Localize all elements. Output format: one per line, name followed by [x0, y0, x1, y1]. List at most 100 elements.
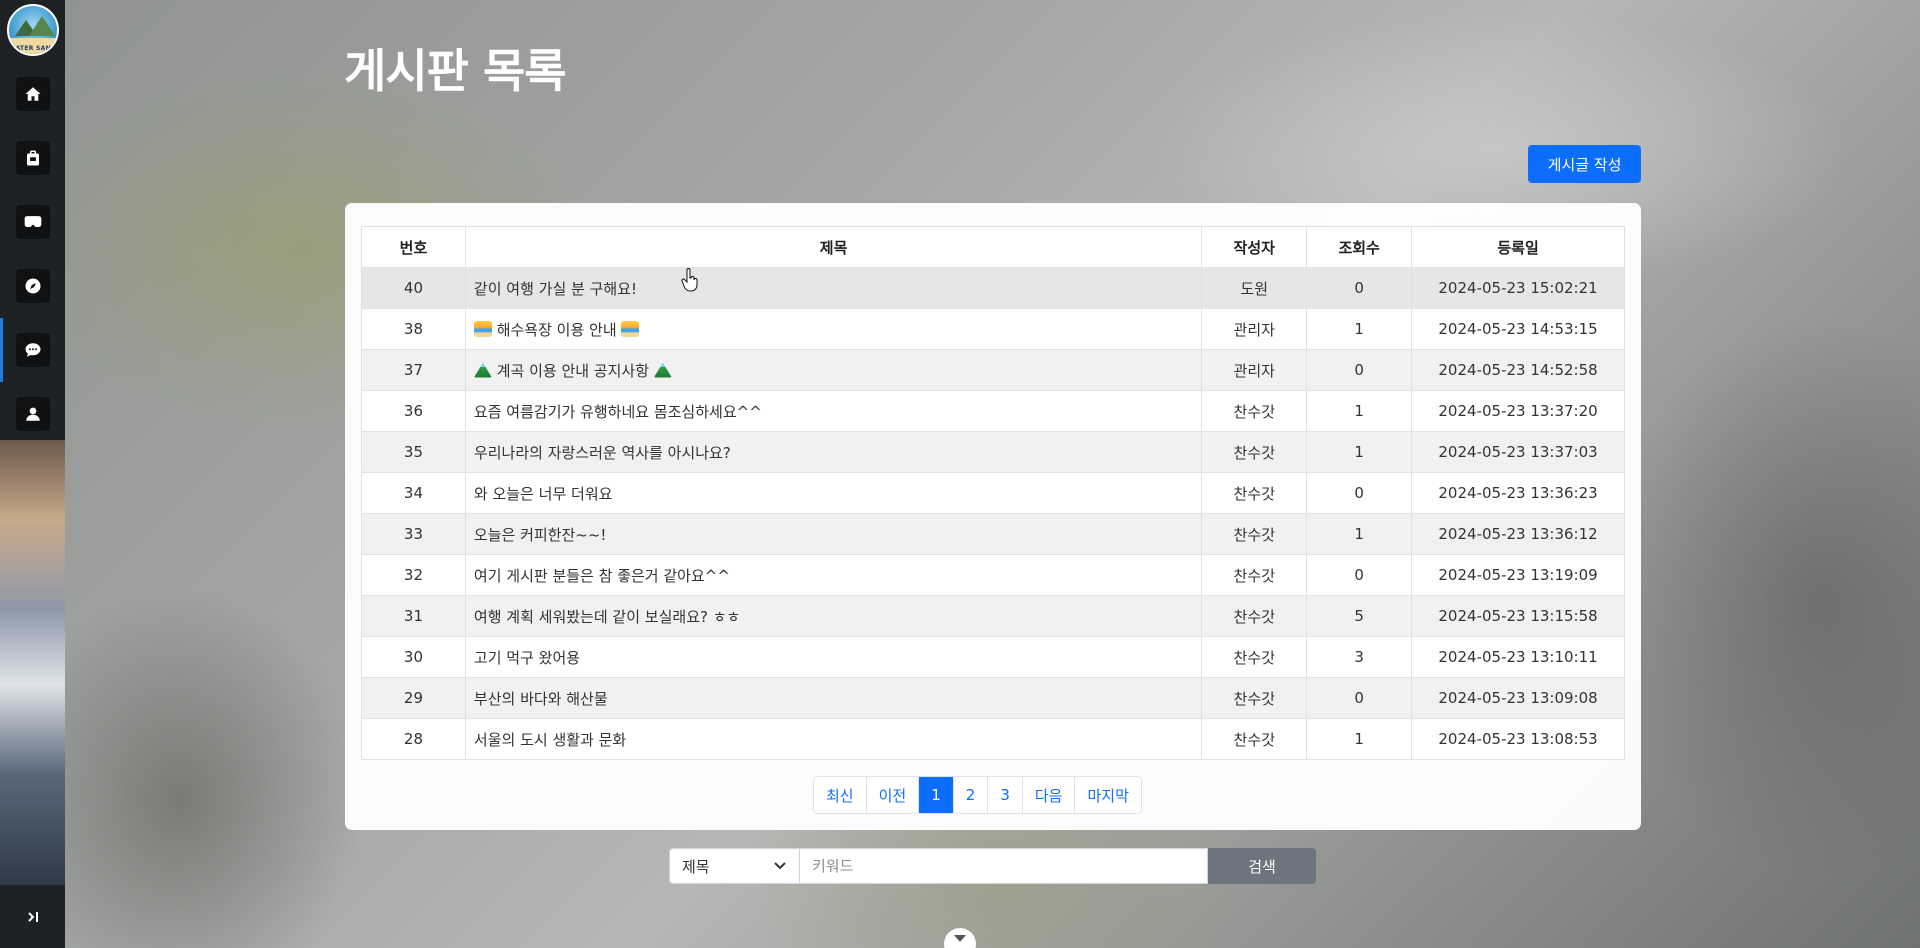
post-title-cell[interactable]: 고기 먹구 왔어용 — [464, 636, 1203, 678]
page-last-link[interactable]: 마지막 — [1075, 777, 1141, 813]
post-number: 34 — [361, 472, 466, 514]
table-row[interactable]: 32 여기 게시판 분들은 참 좋은거 같아요^^ 찬수갓 0 2024-05-23 1… — [361, 554, 1625, 596]
post-author: 찬수갓 — [1201, 554, 1308, 596]
post-date: 2024-05-23 13:37:03 — [1411, 431, 1625, 473]
table-row[interactable]: 28 서울의 도시 생활과 문화 찬수갓 1 2024-05-23 13:08:53 — [361, 718, 1625, 760]
mountain-emoji-icon — [653, 362, 672, 378]
post-title-link[interactable]: 계곡 이용 안내 공지사항 — [497, 362, 649, 380]
post-views: 0 — [1306, 677, 1413, 719]
post-date: 2024-05-23 13:36:12 — [1411, 513, 1625, 555]
search-button[interactable]: 검색 — [1208, 848, 1316, 884]
post-title-cell[interactable]: 해수욕장 이용 안내 — [464, 308, 1203, 350]
page-number-link[interactable]: 3 — [988, 777, 1023, 813]
logo-text: WATER SAND — [8, 45, 57, 52]
table-row[interactable]: 38 해수욕장 이용 안내 관리자 1 2024-05-23 14:53:15 — [361, 308, 1625, 350]
board-table-body: 40 같이 여행 가실 분 구해요! 도원 0 2024-05-23 15:02:21 3… — [361, 267, 1625, 760]
post-date: 2024-05-23 13:10:11 — [1411, 636, 1625, 678]
post-title-cell[interactable]: 우리나라의 자랑스러운 역사를 아시나요? — [464, 431, 1203, 473]
logo[interactable]: WATER SAND — [6, 4, 59, 56]
sidebar-toggle-button[interactable] — [0, 886, 65, 948]
post-title-link[interactable]: 서울의 도시 생활과 문화 — [474, 731, 626, 749]
post-views: 1 — [1306, 431, 1413, 473]
post-date: 2024-05-23 13:08:53 — [1411, 718, 1625, 760]
column-header-date: 등록일 — [1411, 226, 1625, 268]
post-title-cell[interactable]: 서울의 도시 생활과 문화 — [464, 718, 1203, 760]
post-title-cell[interactable]: 여행 계획 세워봤는데 같이 보실래요? ㅎㅎ — [464, 595, 1203, 637]
search-input[interactable] — [800, 848, 1208, 884]
pagination: 최신 이전 1 2 3 다음 마지막 — [813, 776, 1142, 814]
post-number: 31 — [361, 595, 466, 637]
post-author: 찬수갓 — [1201, 677, 1308, 719]
post-number: 32 — [361, 554, 466, 596]
post-title-cell[interactable]: 계곡 이용 안내 공지사항 — [464, 349, 1203, 391]
post-title-link[interactable]: 와 오늘은 너무 더워요 — [474, 485, 613, 503]
post-title-cell[interactable]: 오늘은 커피한잔~~! — [464, 513, 1203, 555]
sidebar-item-vr[interactable] — [0, 190, 65, 254]
table-row[interactable]: 40 같이 여행 가실 분 구해요! 도원 0 2024-05-23 15:02:21 — [361, 267, 1625, 309]
chevron-down-icon — [954, 935, 966, 942]
post-title-cell[interactable]: 부산의 바다와 해산물 — [464, 677, 1203, 719]
table-row[interactable]: 30 고기 먹구 왔어용 찬수갓 3 2024-05-23 13:10:11 — [361, 636, 1625, 678]
sidebar-item-home[interactable] — [0, 62, 65, 126]
post-author: 관리자 — [1201, 308, 1308, 350]
table-row[interactable]: 37 계곡 이용 안내 공지사항 관리자 0 2024-05-23 14:52:58 — [361, 349, 1625, 391]
table-row[interactable]: 34 와 오늘은 너무 더워요 찬수갓 0 2024-05-23 13:36:23 — [361, 472, 1625, 514]
bag-icon — [26, 150, 39, 166]
post-date: 2024-05-23 14:53:15 — [1411, 308, 1625, 350]
post-number: 30 — [361, 636, 466, 678]
post-title-cell[interactable]: 와 오늘은 너무 더워요 — [464, 472, 1203, 514]
sidebar-item-profile[interactable] — [0, 382, 65, 446]
post-date: 2024-05-23 13:09:08 — [1411, 677, 1625, 719]
post-author: 찬수갓 — [1201, 636, 1308, 678]
post-number: 33 — [361, 513, 466, 555]
home-icon — [25, 87, 40, 101]
post-author: 찬수갓 — [1201, 431, 1308, 473]
post-title-link[interactable]: 같이 여행 가실 분 구해요! — [474, 280, 637, 298]
table-row[interactable]: 36 요즘 여름감기가 유행하네요 몸조심하세요^^ 찬수갓 1 2024-05-23 … — [361, 390, 1625, 432]
chevron-down-icon — [774, 862, 786, 870]
post-title-cell[interactable]: 요즘 여름감기가 유행하네요 몸조심하세요^^ — [464, 390, 1203, 432]
post-author: 관리자 — [1201, 349, 1308, 391]
post-views: 5 — [1306, 595, 1413, 637]
post-number: 38 — [361, 308, 466, 350]
page-first-link[interactable]: 최신 — [814, 777, 867, 813]
post-views: 1 — [1306, 718, 1413, 760]
page-prev-link[interactable]: 이전 — [866, 777, 920, 813]
post-title-link[interactable]: 여행 계획 세워봤는데 같이 보실래요? ㅎㅎ — [474, 608, 740, 626]
sidebar-item-explore[interactable] — [0, 254, 65, 318]
table-row[interactable]: 33 오늘은 커피한잔~~! 찬수갓 1 2024-05-23 13:36:12 — [361, 513, 1625, 555]
post-title-cell[interactable]: 같이 여행 가실 분 구해요! — [464, 267, 1203, 309]
post-date: 2024-05-23 15:02:21 — [1411, 267, 1625, 309]
post-number: 37 — [361, 349, 466, 391]
post-title-link[interactable]: 여기 게시판 분들은 참 좋은거 같아요^^ — [474, 567, 730, 585]
table-row[interactable]: 35 우리나라의 자랑스러운 역사를 아시나요? 찬수갓 1 2024-05-23 13… — [361, 431, 1625, 473]
post-author: 찬수갓 — [1201, 513, 1308, 555]
table-row[interactable]: 31 여행 계획 세워봤는데 같이 보실래요? ㅎㅎ 찬수갓 5 2024-05-23 … — [361, 595, 1625, 637]
post-views: 1 — [1306, 308, 1413, 350]
post-title-cell[interactable]: 여기 게시판 분들은 참 좋은거 같아요^^ — [464, 554, 1203, 596]
page-number-link[interactable]: 1 — [919, 777, 954, 813]
post-title-link[interactable]: 우리나라의 자랑스러운 역사를 아시나요? — [474, 444, 731, 462]
post-title-link[interactable]: 오늘은 커피한잔~~! — [474, 526, 607, 544]
post-views: 0 — [1306, 554, 1413, 596]
beach-emoji-icon — [621, 320, 640, 337]
beach-emoji-icon — [473, 320, 492, 337]
sidebar-item-board[interactable] — [0, 318, 65, 382]
post-title-link[interactable]: 고기 먹구 왔어용 — [474, 649, 580, 667]
search-field-selected: 제목 — [682, 857, 710, 876]
post-title-link[interactable]: 요즘 여름감기가 유행하네요 몸조심하세요^^ — [474, 403, 762, 421]
sidebar-background-photo — [0, 440, 65, 885]
post-title-link[interactable]: 부산의 바다와 해산물 — [474, 690, 608, 708]
post-title-link[interactable]: 해수욕장 이용 안내 — [497, 321, 617, 339]
search-field-select[interactable]: 제목 — [669, 848, 800, 884]
page-number-link[interactable]: 2 — [953, 777, 989, 813]
sidebar-item-accommodation[interactable] — [0, 126, 65, 190]
post-date: 2024-05-23 13:36:23 — [1411, 472, 1625, 514]
post-views: 3 — [1306, 636, 1413, 678]
post-views: 1 — [1306, 390, 1413, 432]
page-next-link[interactable]: 다음 — [1022, 777, 1076, 813]
post-date: 2024-05-23 13:19:09 — [1411, 554, 1625, 596]
write-post-button[interactable]: 게시글 작성 — [1528, 145, 1641, 183]
search-bar: 제목 검색 — [669, 848, 1316, 884]
table-row[interactable]: 29 부산의 바다와 해산물 찬수갓 0 2024-05-23 13:09:08 — [361, 677, 1625, 719]
